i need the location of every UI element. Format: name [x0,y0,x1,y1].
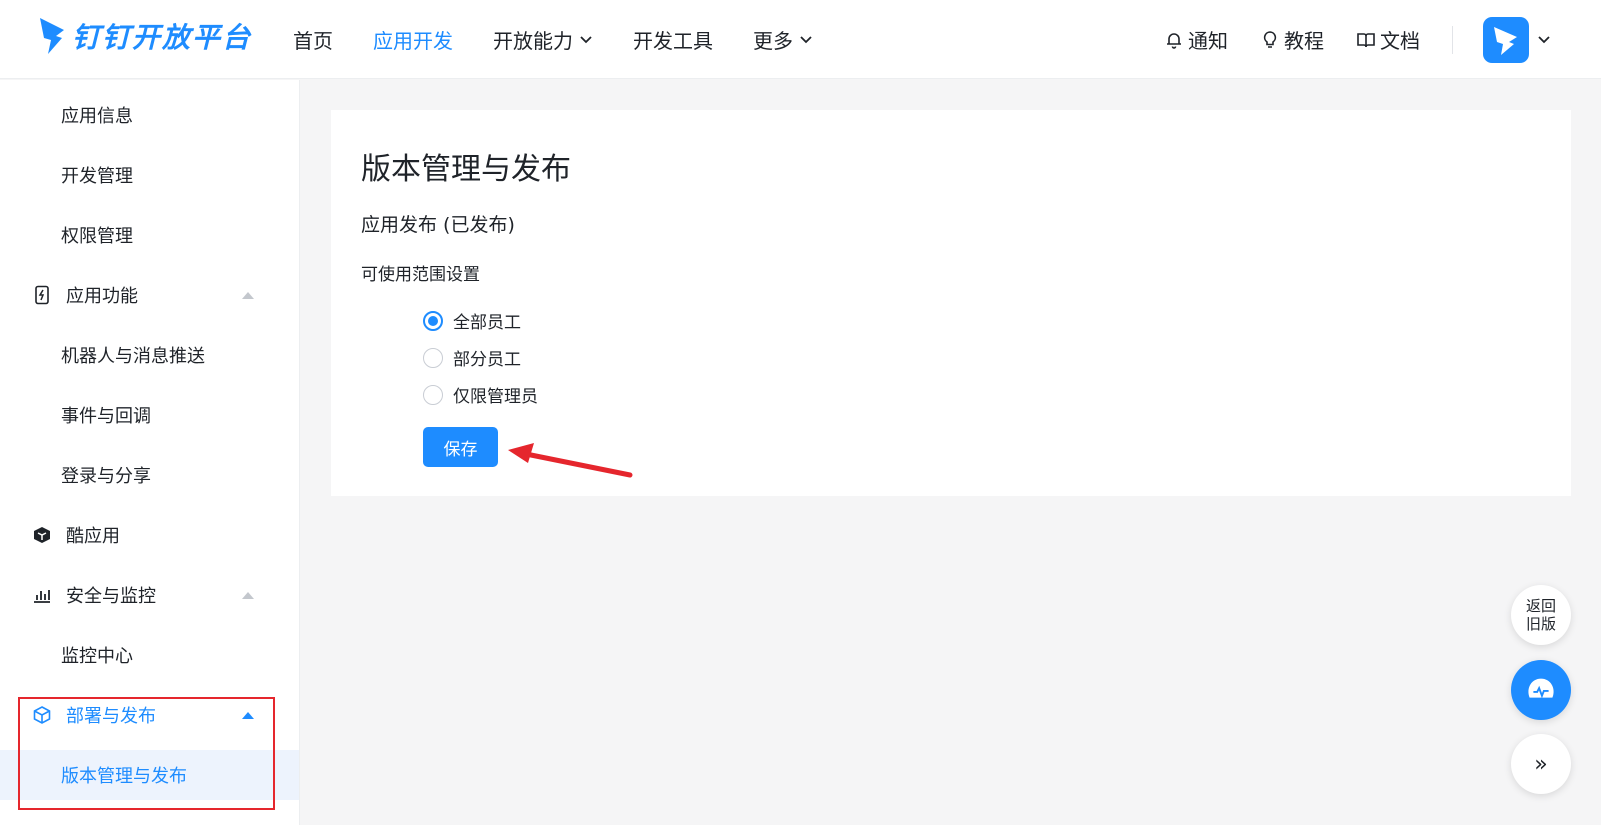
header-actions: 通知 教程 文档 [1164,0,1601,79]
sidebar-item-label: 开发管理 [61,166,133,187]
radio-all-employees[interactable]: 全部员工 [423,308,521,333]
book-icon [1357,32,1375,47]
sidebar: 应用信息 开发管理 权限管理 应用功能 机器人与消息推送 事件与回调 登录与分享… [0,80,300,825]
radio-label: 部分员工 [453,350,521,370]
sidebar-item-label: 权限管理 [61,226,133,247]
sidebar-group-app-features[interactable]: 应用功能 [0,270,299,320]
bell-icon [1167,32,1181,49]
sidebar-item-label: 安全与监控 [66,586,156,607]
notify-label: 通知 [1188,29,1228,53]
radio-some-employees[interactable]: 部分员工 [423,345,521,370]
nav-dev-tools[interactable]: 开发工具 [633,25,713,54]
caret-up-icon [242,291,254,299]
nav-open-capabilities-label: 开放能力 [493,29,573,53]
nav-home[interactable]: 首页 [293,25,333,54]
chevron-down-icon [800,35,812,43]
dingtalk-logo-icon [40,18,64,54]
radio-label: 全部员工 [453,313,521,333]
main-nav: 首页 应用开发 开放能力 开发工具 更多 [293,0,853,79]
radio-indicator [423,347,443,368]
sidebar-group-security-monitoring[interactable]: 安全与监控 [0,570,299,620]
chevron-down-icon [1538,35,1550,43]
section-title: 应用发布 (已发布) [361,214,515,236]
sidebar-group-cool-app[interactable]: 酷应用 [0,510,299,560]
double-chevron-icon: » [1534,751,1548,777]
nav-app-dev-label: 应用开发 [373,29,453,53]
assistant-bot-icon [1528,678,1554,699]
red-arrow-annotation [508,443,633,478]
bar-chart-icon [34,590,50,603]
sidebar-item-dev-management[interactable]: 开发管理 [0,150,299,200]
logo-text: 钉钉开放平台 [72,21,253,54]
lightbulb-icon [1263,30,1277,48]
box-icon [33,706,51,724]
notify-link[interactable]: 通知 [1164,25,1228,54]
nav-more[interactable]: 更多 [753,25,813,54]
tutorial-label: 教程 [1284,29,1324,53]
sidebar-item-label: 登录与分享 [61,466,151,487]
avatar [1483,16,1529,63]
expand-double-chevron-button[interactable]: » [1511,734,1571,794]
nav-app-dev[interactable]: 应用开发 [373,25,453,54]
docs-label: 文档 [1380,29,1420,53]
sidebar-item-monitoring-center[interactable]: 监控中心 [0,630,299,680]
sidebar-item-label: 事件与回调 [61,406,151,427]
radio-admins-only[interactable]: 仅限管理员 [423,382,538,407]
sidebar-item-app-info[interactable]: 应用信息 [0,90,299,140]
sidebar-item-permissions[interactable]: 权限管理 [0,210,299,260]
caret-up-icon [242,591,254,599]
back-line-2: 旧版 [1525,615,1556,633]
sidebar-item-label: 应用信息 [61,106,133,127]
sidebar-group-deploy-release[interactable]: 部署与发布 [0,690,299,740]
nav-more-label: 更多 [753,29,793,53]
sidebar-item-label: 应用功能 [66,286,138,307]
logo[interactable]: 钉钉开放平台 [38,16,252,56]
radio-indicator [423,384,443,405]
page-title: 版本管理与发布 [361,152,571,187]
dingtalk-avatar-icon [1494,26,1517,55]
sidebar-item-robot-messages[interactable]: 机器人与消息推送 [0,330,299,380]
docs-link[interactable]: 文档 [1356,25,1420,54]
scope-title: 可使用范围设置 [361,265,480,285]
assistant-bot-button[interactable] [1511,660,1571,720]
sidebar-item-label: 版本管理与发布 [61,766,187,787]
sidebar-item-label: 酷应用 [66,526,120,547]
chevron-down-icon [580,35,592,43]
sidebar-item-label: 机器人与消息推送 [61,346,205,367]
tutorial-link[interactable]: 教程 [1260,25,1324,54]
save-button[interactable]: 保存 [423,427,498,467]
back-to-old-version-button[interactable]: 返回 旧版 [1511,585,1571,645]
header-divider [1452,25,1453,54]
sidebar-item-login-share[interactable]: 登录与分享 [0,450,299,500]
sidebar-item-version-release[interactable]: 版本管理与发布 [0,750,299,800]
nav-dev-tools-label: 开发工具 [633,29,713,53]
nav-home-label: 首页 [293,29,333,53]
radio-indicator [423,310,443,331]
sidebar-item-label: 部署与发布 [66,706,156,727]
nav-open-capabilities[interactable]: 开放能力 [493,25,593,54]
release-card: 版本管理与发布 应用发布 (已发布) 可使用范围设置 全部员工 部分员工 仅限管… [331,110,1571,496]
top-header: 钉钉开放平台 首页 应用开发 开放能力 开发工具 更多 通知 教程 文档 [0,0,1601,79]
sidebar-item-events-callbacks[interactable]: 事件与回调 [0,390,299,440]
sidebar-item-label: 监控中心 [61,646,133,667]
user-menu[interactable] [1483,16,1551,63]
cube-app-icon [34,527,50,543]
caret-up-icon [242,711,254,719]
radio-label: 仅限管理员 [453,387,538,407]
back-line-1: 返回 [1525,597,1556,615]
phone-bolt-icon [35,285,49,305]
